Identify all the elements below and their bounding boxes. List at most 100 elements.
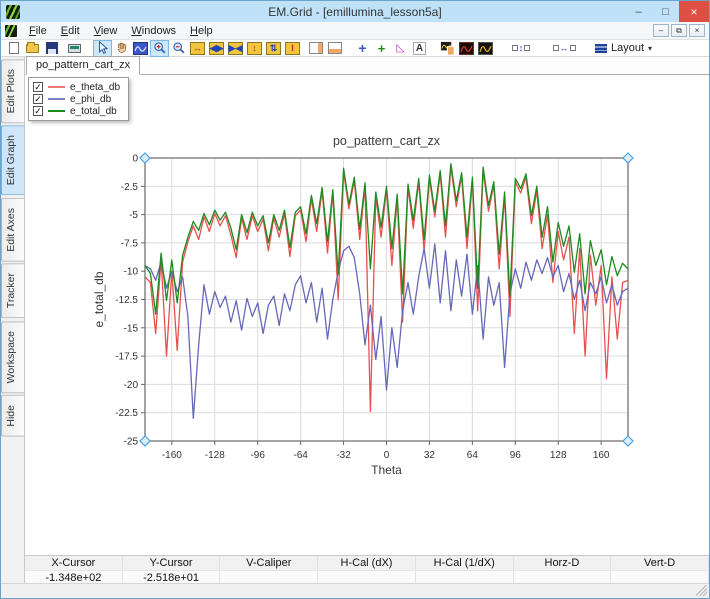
sidebar-tab-tracker[interactable]: Tracker (1, 263, 24, 318)
maximize-button[interactable]: □ (652, 1, 679, 22)
save-floppy-icon (46, 42, 58, 54)
panel-horizontal-icon (328, 42, 342, 54)
menu-windows[interactable]: Windows (124, 23, 183, 39)
plot-style-red-button[interactable] (457, 40, 476, 57)
layout-button[interactable]: Layout ▾ (590, 42, 657, 54)
svg-text:160: 160 (593, 450, 610, 461)
print-button[interactable] (65, 40, 84, 57)
zoom-out-button[interactable] (169, 40, 188, 57)
arrows-out-y-icon: ⇅ (266, 42, 281, 55)
status-col-y-cursor: Y-Cursor (123, 556, 221, 570)
collapse-x-icon: ▶◀ (228, 42, 243, 55)
svg-text:-10: -10 (124, 267, 139, 278)
menu-edit[interactable]: Edit (54, 23, 87, 39)
graph-panel[interactable]: e_theta_db e_phi_db e_total_db -160-128-… (25, 75, 709, 555)
svg-text:0: 0 (384, 450, 390, 461)
select-arrow-icon (96, 41, 110, 55)
mdi-close-button[interactable]: × (689, 24, 705, 37)
svg-text:64: 64 (467, 450, 479, 461)
zoom-window-icon (133, 42, 148, 55)
crosshair-icon: + (358, 41, 366, 55)
expand-x-icon: ↔ (190, 42, 205, 55)
save-button[interactable] (42, 40, 61, 57)
text-tool-button[interactable]: A (410, 40, 429, 57)
svg-text:128: 128 (550, 450, 567, 461)
menu-file[interactable]: File (22, 23, 54, 39)
svg-text:-64: -64 (293, 450, 308, 461)
status-col-vert-d: Vert-D (611, 556, 709, 570)
document-tab-bar: po_pattern_cart_zx (25, 57, 709, 75)
status-col-h-cal-dx: H-Cal (dX) (318, 556, 416, 570)
svg-text:Theta: Theta (371, 463, 402, 477)
sidebar-tab-workspace[interactable]: Workspace (1, 321, 24, 393)
status-col-horz-d: Horz-D (514, 556, 612, 570)
mdi-minimize-button[interactable]: – (653, 24, 669, 37)
minimize-button[interactable]: – (625, 1, 652, 22)
sidebar-tab-edit-axes[interactable]: Edit Axes (1, 198, 24, 262)
open-button[interactable] (23, 40, 42, 57)
close-button[interactable]: × (679, 1, 709, 22)
match-height-button[interactable]: ↕ (504, 40, 538, 57)
status-col-x-cursor: X-Cursor (25, 556, 123, 570)
angle-button[interactable]: ◺ (391, 40, 410, 57)
plot-tab[interactable]: po_pattern_cart_zx (26, 56, 140, 75)
menu-view[interactable]: View (87, 23, 125, 39)
app-window: EM.Grid - [emillumina_lesson5a] – □ × Fi… (0, 0, 710, 599)
window-title: EM.Grid - [emillumina_lesson5a] (1, 5, 709, 19)
sidebar-tab-hide[interactable]: Hide (1, 395, 24, 437)
move-axes-icon: + (378, 42, 386, 55)
svg-text:-12.5: -12.5 (115, 295, 138, 306)
printer-icon (68, 44, 81, 53)
checkbox-checked-icon[interactable] (33, 106, 43, 116)
arrows-out-x-button[interactable]: ◀▶ (207, 40, 226, 57)
menu-bar: File Edit View Windows Help – ⧉ × (1, 22, 709, 40)
menu-help[interactable]: Help (183, 23, 220, 39)
svg-text:-32: -32 (336, 450, 351, 461)
status-col-h-cal-1dx: H-Cal (1/dX) (416, 556, 514, 570)
move-axes-button[interactable]: + (372, 40, 391, 57)
select-tool-button[interactable] (93, 40, 112, 57)
svg-text:e_total_db: e_total_db (92, 271, 106, 327)
pan-tool-button[interactable] (112, 40, 131, 57)
plot-style-yellow-button[interactable] (476, 40, 495, 57)
toolbar: ↔ ◀▶ ▶◀ ↕ ⇅ Ι + + ◺ A ↕ ↔ (1, 40, 709, 57)
crosshair-button[interactable]: + (353, 40, 372, 57)
svg-text:-20: -20 (124, 380, 139, 391)
cartesian-plot[interactable]: -160-128-96-64-3203264961281600-2.5-5-7.… (25, 75, 701, 537)
sidebar-tab-edit-graph[interactable]: Edit Graph (1, 125, 24, 195)
svg-text:32: 32 (424, 450, 436, 461)
resize-grip[interactable] (696, 585, 707, 596)
match-width-button[interactable]: ↔ (547, 40, 581, 57)
checkbox-checked-icon[interactable] (33, 82, 43, 92)
arrows-out-x-icon: ◀▶ (209, 42, 224, 55)
zoom-out-icon (172, 41, 186, 55)
svg-text:-22.5: -22.5 (115, 408, 138, 419)
checkbox-checked-icon[interactable] (33, 94, 43, 104)
document-logo-icon (5, 25, 17, 37)
zoom-window-button[interactable] (131, 40, 150, 57)
pan-hand-icon (115, 41, 129, 55)
panel-horizontal-button[interactable] (325, 40, 344, 57)
zoom-in-button[interactable] (150, 40, 169, 57)
cursor-status-table: X-Cursor Y-Cursor V-Caliper H-Cal (dX) H… (25, 555, 709, 583)
zoom-in-icon (153, 41, 167, 55)
plot-dark-red-icon (459, 42, 474, 55)
mdi-restore-button[interactable]: ⧉ (671, 24, 687, 37)
panel-vertical-icon (309, 42, 323, 54)
title-bar: EM.Grid - [emillumina_lesson5a] – □ × (1, 1, 709, 22)
svg-text:96: 96 (510, 450, 522, 461)
layout-bars-icon (595, 44, 607, 53)
expand-y-button[interactable]: ↕ (245, 40, 264, 57)
svg-text:-25: -25 (124, 437, 139, 448)
series-line-swatch (48, 110, 65, 112)
expand-x-button[interactable]: ↔ (188, 40, 207, 57)
new-button[interactable] (4, 40, 23, 57)
panel-vertical-button[interactable] (306, 40, 325, 57)
copy-plot-button[interactable] (438, 40, 457, 57)
arrows-out-y-button[interactable]: ⇅ (264, 40, 283, 57)
collapse-x-button[interactable]: ▶◀ (226, 40, 245, 57)
sidebar-tab-edit-plots[interactable]: Edit Plots (1, 59, 24, 123)
collapse-y-button[interactable]: Ι (283, 40, 302, 57)
svg-text:-96: -96 (250, 450, 265, 461)
series-line-swatch (48, 86, 65, 88)
